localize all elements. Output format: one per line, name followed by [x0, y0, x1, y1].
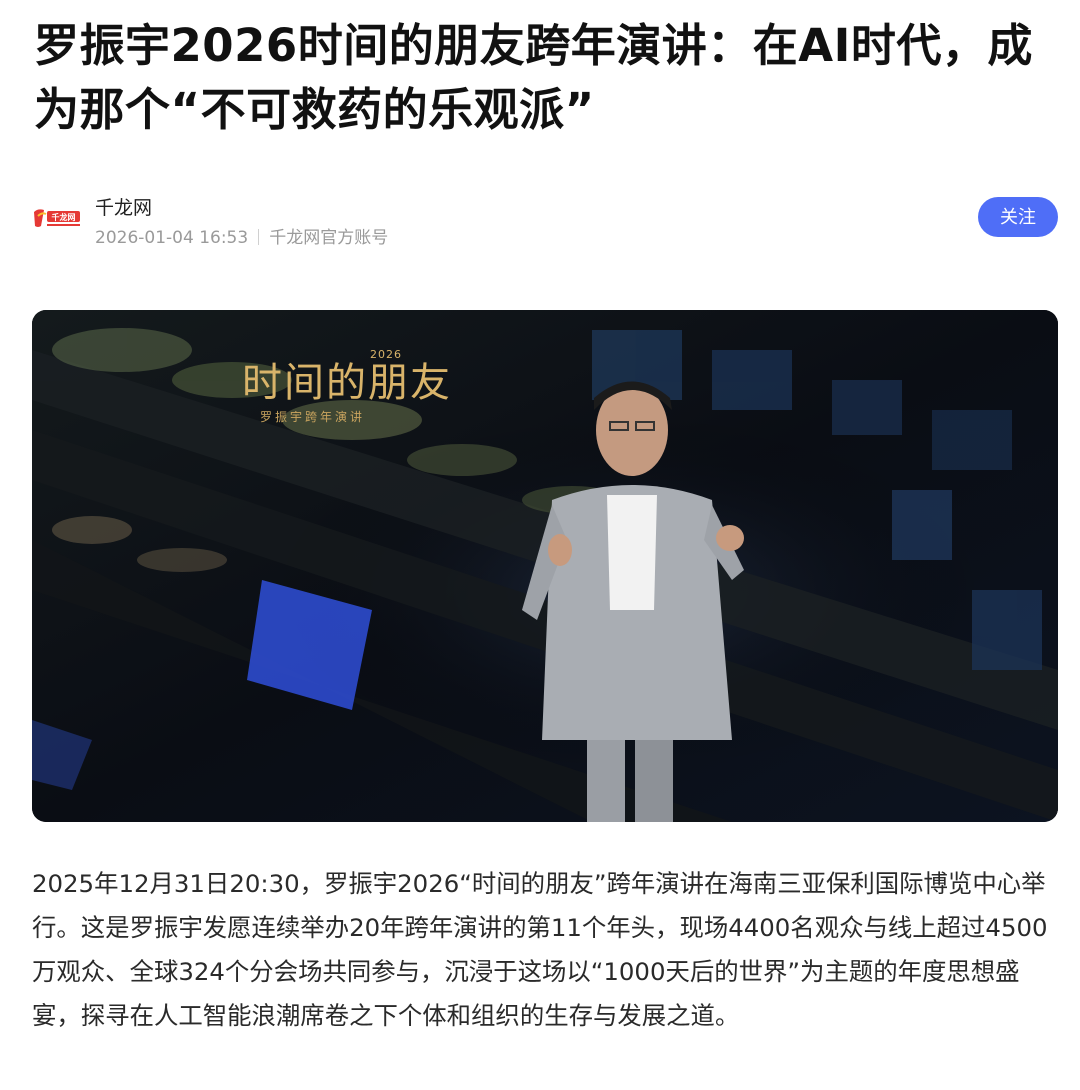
article-meta: 2026-01-04 16:53 千龙网官方账号 [95, 223, 388, 248]
author-name[interactable]: 千龙网 [95, 193, 152, 220]
stage-photo [32, 310, 1058, 822]
publish-datetime: 2026-01-04 16:53 [95, 228, 249, 248]
article-body: 2025年12月31日20:30，罗振宇2026“时间的朋友”跨年演讲在海南三亚… [32, 869, 1048, 1030]
meta-divider [258, 229, 260, 245]
account-label: 千龙网官方账号 [269, 228, 389, 248]
hero-subtitle: 罗振宇跨年演讲 [260, 410, 366, 424]
article-title: 罗振宇2026时间的朋友跨年演讲：在AI时代，成为那个“不可救药的乐观派” [34, 19, 1033, 136]
logo-text: 千龙网 [52, 212, 76, 222]
hero-year: 2026 [370, 348, 402, 361]
qianlong-logo-icon[interactable]: 千龙网 [32, 206, 82, 230]
follow-button[interactable]: 关注 [978, 197, 1058, 237]
hero-brand: 时间的朋友 [242, 360, 452, 406]
hero-image[interactable]: 时间的朋友 2026 罗振宇跨年演讲 [32, 310, 1058, 822]
author-row: 千龙网 千龙网 2026-01-04 16:53 千龙网官方账号 关注 [32, 190, 1058, 252]
